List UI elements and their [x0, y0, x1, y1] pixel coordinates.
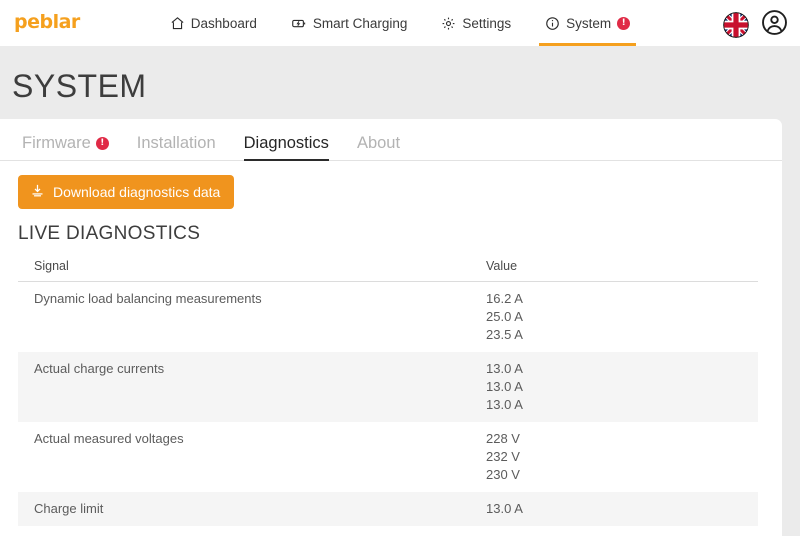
nav-label-smart-charging: Smart Charging — [313, 16, 408, 31]
row-value: 13.0 A — [486, 361, 742, 376]
row-value: 25.0 A — [486, 309, 742, 324]
download-button-label: Download diagnostics data — [53, 184, 220, 200]
nav-item-settings[interactable]: Settings — [441, 0, 511, 46]
tab-diagnostics[interactable]: Diagnostics — [244, 134, 329, 160]
row-value: 13.0 A — [486, 379, 742, 394]
tab-about[interactable]: About — [357, 134, 400, 160]
download-diagnostics-data-button[interactable]: Download diagnostics data — [18, 175, 234, 209]
gear-icon — [441, 16, 456, 31]
table-row: Dynamic load balancing measurements 16.2… — [18, 282, 758, 352]
row-value: 16.2 A — [486, 291, 742, 306]
row-value: 23.5 A — [486, 327, 742, 342]
row-values: 13.0 A 13.0 A 13.0 A — [486, 361, 742, 412]
tab-label-diagnostics: Diagnostics — [244, 134, 329, 153]
nav-item-dashboard[interactable]: Dashboard — [170, 0, 257, 46]
nav-item-smart-charging[interactable]: Smart Charging — [291, 0, 408, 46]
top-navigation-bar: peblar Dashboard Smart Charging — [0, 0, 800, 46]
tab-alert-badge-firmware: ! — [96, 137, 109, 150]
nav-alert-badge-system: ! — [617, 17, 630, 30]
tab-installation[interactable]: Installation — [137, 134, 216, 160]
live-diagnostics-table: Signal Value Dynamic load balancing meas… — [0, 255, 782, 536]
row-value: 232 V — [486, 449, 742, 464]
brand-logo[interactable]: peblar — [14, 11, 80, 33]
row-values: 13.0 A — [486, 501, 742, 516]
row-value: 13.0 A — [486, 397, 742, 412]
topbar-right-actions — [723, 9, 788, 41]
home-icon — [170, 16, 185, 31]
column-header-value: Value — [486, 259, 742, 273]
battery-charging-icon — [291, 16, 307, 31]
row-signal: Charge limit — [34, 501, 486, 516]
table-header-row: Signal Value — [18, 255, 758, 282]
table-row: Actual measured voltages 228 V 232 V 230… — [18, 422, 758, 492]
info-circle-icon — [545, 16, 560, 31]
nav-label-dashboard: Dashboard — [191, 16, 257, 31]
row-signal: Actual measured voltages — [34, 431, 486, 446]
nav-label-system: System — [566, 16, 611, 31]
tab-bar: Firmware ! Installation Diagnostics Abou… — [0, 119, 782, 161]
tab-label-about: About — [357, 134, 400, 153]
row-values: 16.2 A 25.0 A 23.5 A — [486, 291, 742, 342]
row-value: 230 V — [486, 467, 742, 482]
tab-firmware[interactable]: Firmware ! — [22, 134, 109, 160]
row-values: 228 V 232 V 230 V — [486, 431, 742, 482]
column-header-signal: Signal — [34, 259, 486, 273]
table-row: Current limiting source Dynamic load bal… — [18, 526, 758, 536]
nav-label-settings: Settings — [462, 16, 511, 31]
nav-item-system[interactable]: System ! — [545, 0, 630, 46]
tab-label-firmware: Firmware — [22, 134, 91, 153]
row-signal: Dynamic load balancing measurements — [34, 291, 486, 306]
main-nav: Dashboard Smart Charging Settings — [170, 0, 630, 46]
diagnostics-card: Firmware ! Installation Diagnostics Abou… — [0, 119, 782, 536]
row-value: 13.0 A — [486, 501, 742, 516]
download-icon — [30, 183, 45, 201]
table-row: Actual charge currents 13.0 A 13.0 A 13.… — [18, 352, 758, 422]
row-signal: Actual charge currents — [34, 361, 486, 376]
account-circle-icon[interactable] — [761, 9, 788, 41]
section-title-live-diagnostics: LIVE DIAGNOSTICS — [0, 209, 782, 245]
table-row: Charge limit 13.0 A — [18, 492, 758, 526]
row-value: 228 V — [486, 431, 742, 446]
page-title: SYSTEM — [0, 46, 800, 119]
tab-label-installation: Installation — [137, 134, 216, 153]
uk-flag-icon[interactable] — [723, 12, 749, 38]
